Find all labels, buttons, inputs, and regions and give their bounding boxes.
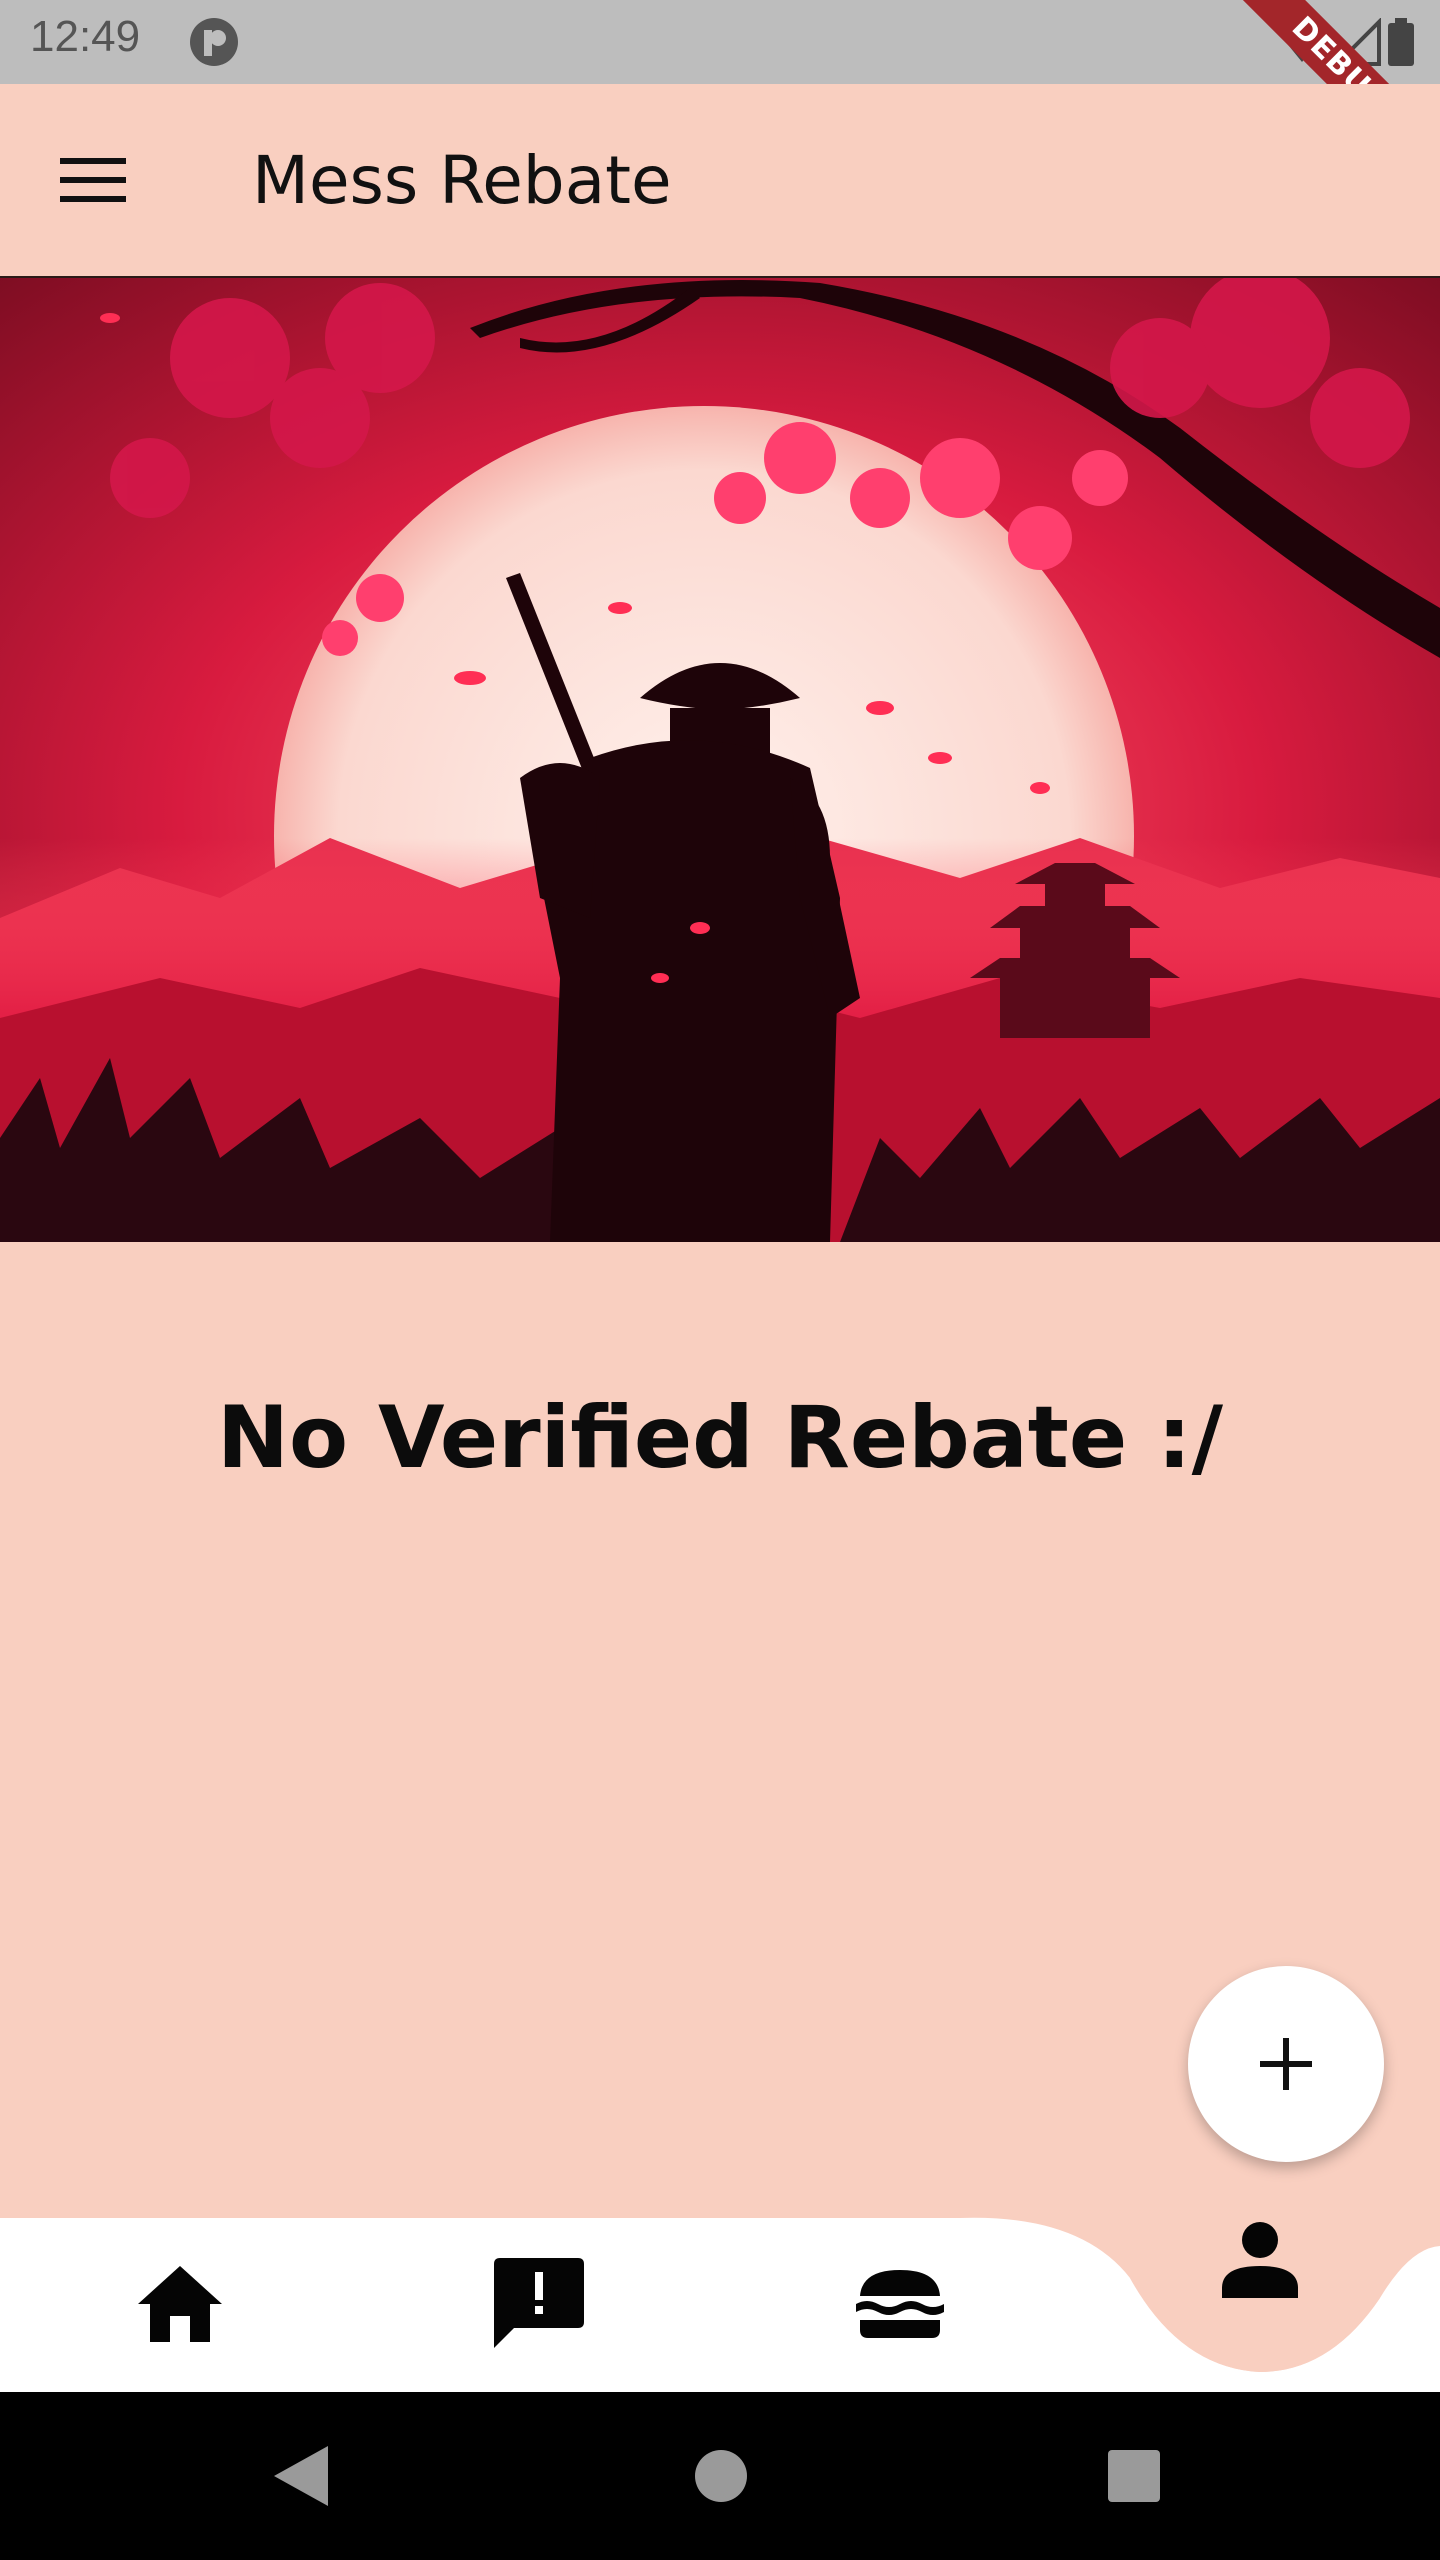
back-icon[interactable]	[274, 2446, 328, 2506]
battery-icon	[1388, 18, 1414, 66]
app-bar: Mess Rebate	[0, 84, 1440, 278]
nav-feedback[interactable]	[494, 2258, 584, 2352]
nav-menu[interactable]	[856, 2270, 944, 2342]
status-bar: 12:49	[0, 0, 1440, 84]
nav-home[interactable]	[138, 2266, 222, 2346]
status-time: 12:49	[30, 12, 141, 61]
page-title: Mess Rebate	[252, 142, 672, 219]
samurai-illustration	[0, 278, 1440, 1242]
home-icon	[138, 2266, 222, 2342]
home-circle-icon[interactable]	[695, 2450, 747, 2502]
bottom-nav	[0, 2178, 1440, 2392]
add-rebate-button[interactable]	[1188, 1966, 1384, 2162]
empty-state-message: No Verified Rebate :/	[217, 1388, 1223, 1488]
recents-icon[interactable]	[1108, 2450, 1160, 2502]
person-icon	[1222, 2222, 1298, 2298]
plus-icon	[1260, 2038, 1312, 2090]
system-nav-bar	[0, 2392, 1440, 2560]
hero-image	[0, 278, 1440, 1242]
burger-icon	[856, 2270, 944, 2338]
menu-icon[interactable]	[60, 156, 126, 204]
nav-profile[interactable]	[1222, 2222, 1298, 2302]
notification-icon	[190, 18, 238, 66]
feedback-icon	[494, 2258, 584, 2348]
